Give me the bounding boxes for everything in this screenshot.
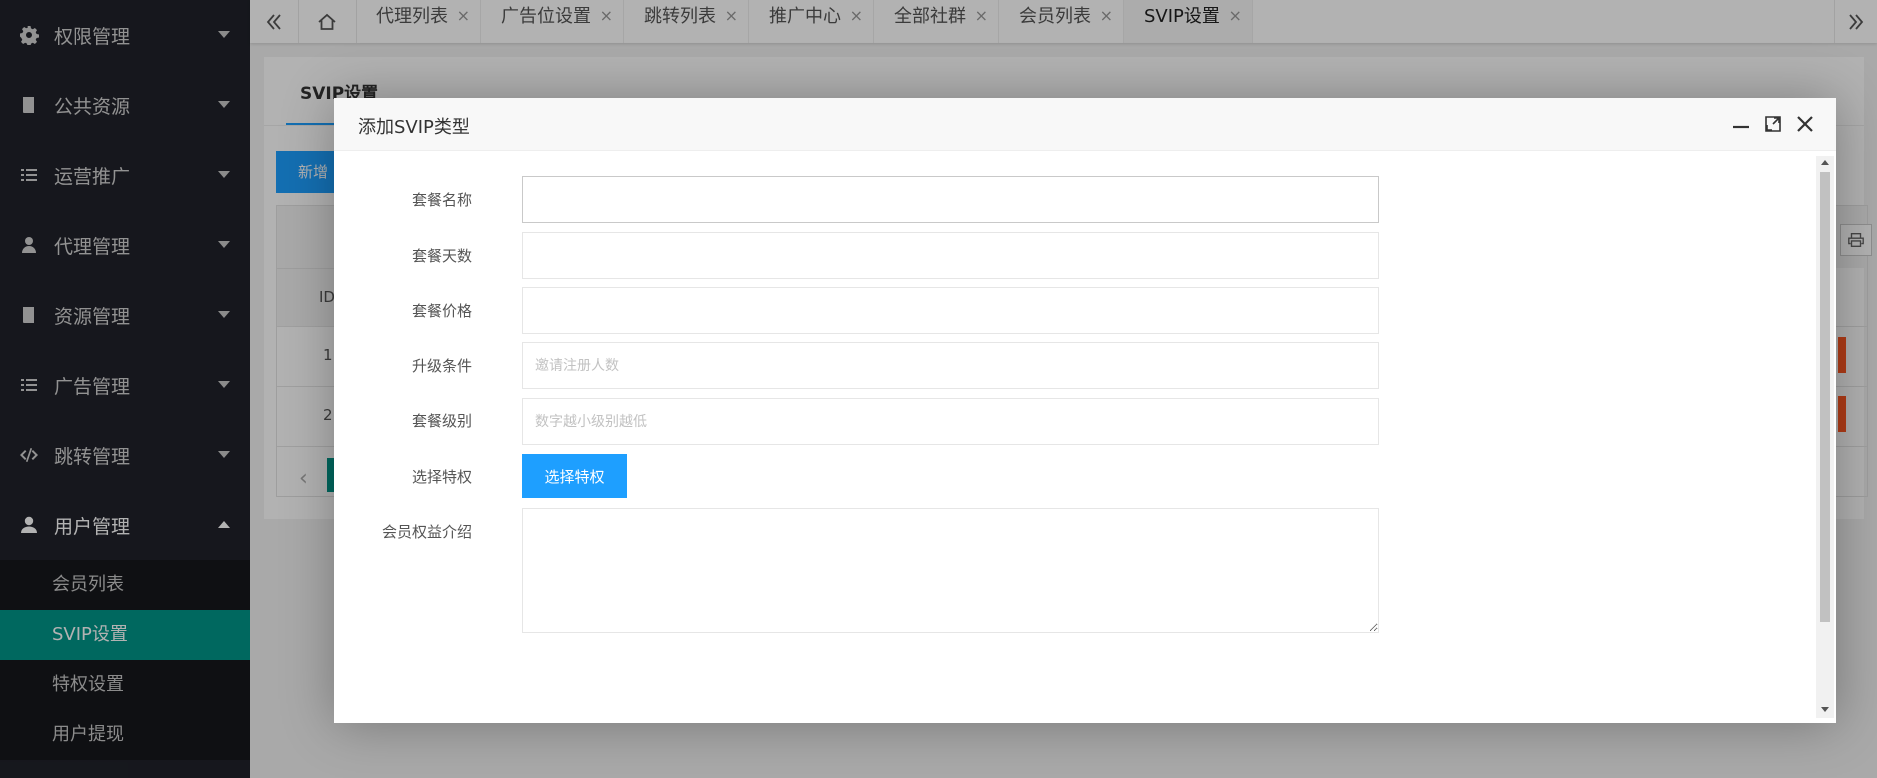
- member-benefits-textarea[interactable]: [522, 508, 1379, 633]
- field-label-member-benefits: 会员权益介绍: [381, 523, 472, 541]
- scroll-up-icon[interactable]: [1821, 160, 1829, 165]
- dialog-title: 添加SVIP类型: [358, 117, 470, 138]
- close-button[interactable]: [1794, 113, 1816, 135]
- upgrade-condition-input[interactable]: [522, 342, 1379, 389]
- select-privilege-button[interactable]: 选择特权: [522, 454, 627, 498]
- field-label-package-name: 套餐名称: [411, 191, 472, 209]
- package-price-input[interactable]: [522, 287, 1379, 334]
- minimize-icon: [1733, 125, 1749, 129]
- field-label-package-level: 套餐级别: [411, 412, 472, 430]
- field-label-select-privilege: 选择特权: [411, 468, 472, 486]
- maximize-icon: [1765, 116, 1781, 132]
- field-label-package-price: 套餐价格: [411, 302, 472, 320]
- scroll-down-icon[interactable]: [1821, 707, 1829, 712]
- field-label-package-days: 套餐天数: [411, 247, 472, 265]
- package-days-input[interactable]: [522, 232, 1379, 279]
- field-label-upgrade-condition: 升级条件: [411, 357, 472, 375]
- add-svip-dialog: 添加SVIP类型 套餐名称 套餐天数 套餐价格 升级条件 套餐级别 选择特权 选…: [334, 98, 1836, 723]
- close-icon: [1797, 116, 1813, 132]
- minimize-button[interactable]: [1730, 113, 1752, 135]
- package-name-input[interactable]: [522, 176, 1379, 223]
- dialog-form: 套餐名称 套餐天数 套餐价格 升级条件 套餐级别 选择特权 选择特权 会员权益介…: [348, 166, 1804, 723]
- package-level-input[interactable]: [522, 398, 1379, 445]
- scrollbar-thumb[interactable]: [1820, 172, 1830, 622]
- maximize-button[interactable]: [1762, 113, 1784, 135]
- dialog-header: 添加SVIP类型: [334, 98, 1836, 151]
- dialog-scrollbar[interactable]: [1816, 156, 1834, 718]
